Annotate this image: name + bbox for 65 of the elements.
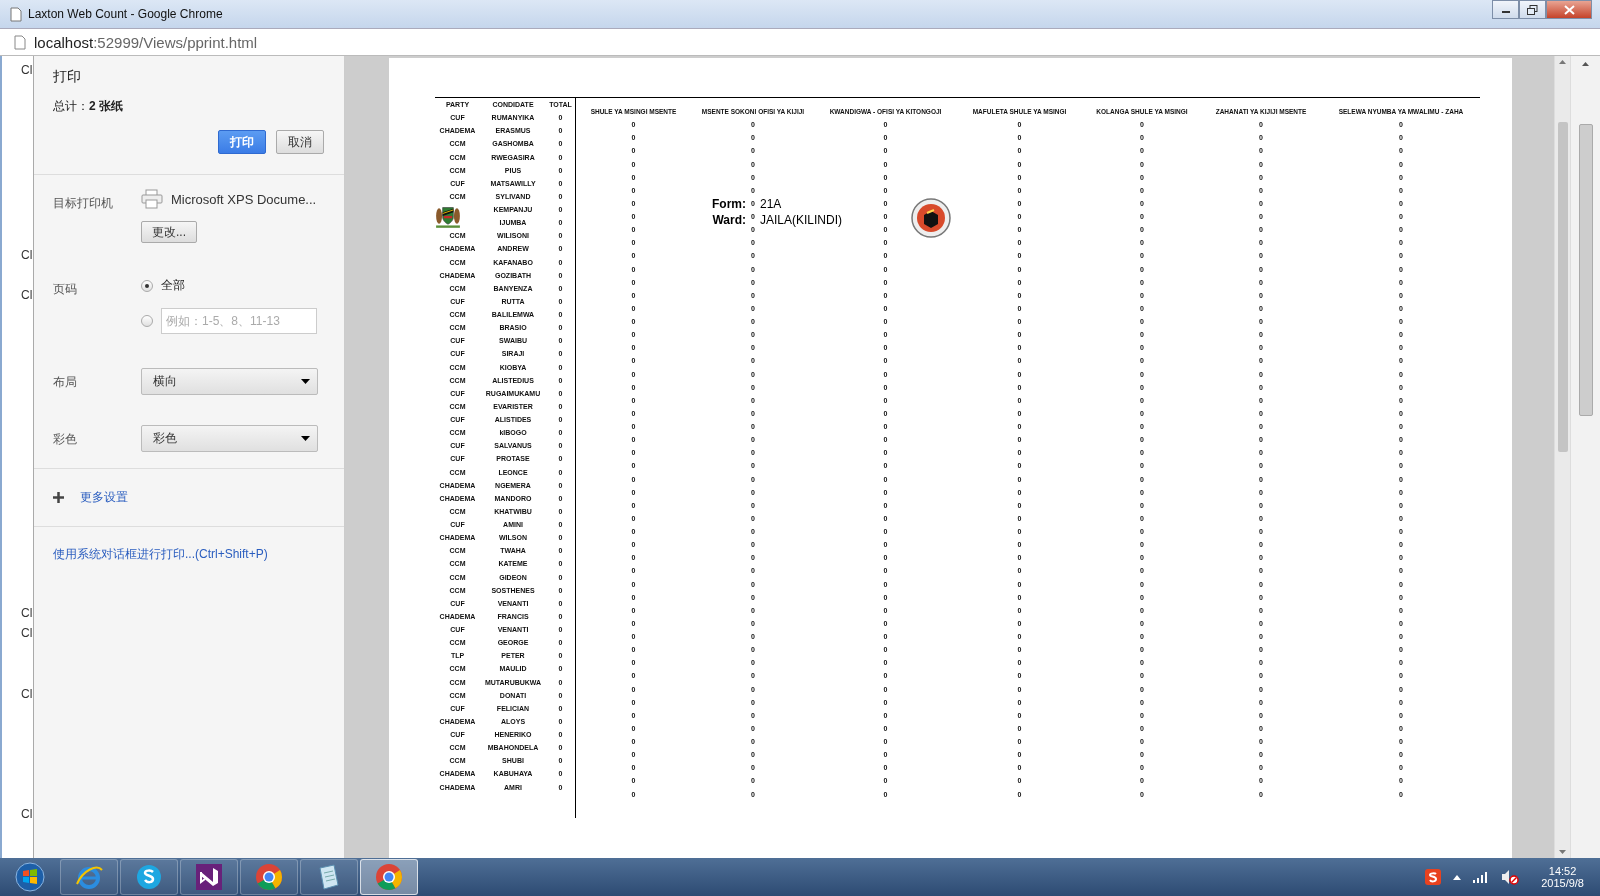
close-button[interactable] — [1546, 0, 1592, 19]
clock-time: 14:52 — [1548, 865, 1577, 877]
scroll-up-icon — [1582, 62, 1589, 66]
caret-up-icon[interactable] — [1453, 874, 1462, 880]
minimize-button[interactable] — [1492, 0, 1519, 19]
page-icon — [14, 34, 26, 50]
dialog-title: 打印 — [53, 68, 82, 86]
window-scrollbar[interactable] — [1570, 56, 1600, 858]
page-range-field[interactable]: 例如：1-5、8、11-13 — [161, 308, 317, 334]
dropdown-caret-icon — [301, 436, 310, 441]
letter-s-icon[interactable] — [1425, 869, 1442, 885]
window-title: Laxton Web Count - Google Chrome — [28, 7, 223, 21]
page-text-fragment: Cl — [21, 626, 33, 640]
preview-scrollbar[interactable] — [1554, 56, 1570, 858]
more-settings-link[interactable]: 更多设置 — [80, 489, 128, 506]
muted-speaker-icon[interactable] — [1501, 869, 1520, 885]
layout-label: 布局 — [53, 374, 78, 391]
taskbar-button[interactable] — [180, 859, 238, 895]
cancel-button[interactable]: 取消 — [276, 130, 324, 154]
signal-bars-icon[interactable] — [1473, 871, 1490, 883]
url-text: localhost:52999/Views/pprint.html — [34, 33, 258, 51]
printer-icon — [141, 189, 163, 209]
scroll-down-icon — [1559, 850, 1566, 854]
ballot-box-seal-icon — [911, 198, 951, 238]
ward-value: JAILA(KILINDI) — [760, 213, 843, 227]
color-dropdown[interactable]: 彩色 — [141, 425, 318, 452]
page-text-fragment: Cl — [21, 248, 33, 262]
page-text-fragment: Cl — [21, 807, 33, 821]
plus-icon — [53, 492, 64, 503]
restore-icon — [1527, 4, 1538, 15]
layout-dropdown[interactable]: 横向 — [141, 368, 318, 395]
page-text-fragment: Cl — [21, 288, 33, 302]
page-text-fragment: Cl — [21, 687, 33, 701]
color-label: 彩色 — [53, 431, 78, 448]
pages-label: 页码 — [53, 281, 78, 298]
sheet-count: 总计：2 张纸 — [53, 98, 124, 115]
dropdown-caret-icon — [301, 379, 310, 384]
change-button[interactable]: 更改... — [141, 221, 197, 243]
ribbon-loop-icon — [195, 863, 223, 891]
form-label: Form: — [711, 197, 746, 211]
radio-label: 全部 — [161, 277, 185, 294]
ward-label: Ward: — [711, 213, 746, 227]
taskbar-button[interactable] — [120, 859, 178, 895]
system-dialog-link[interactable]: 使用系统对话框进行打印...(Ctrl+Shift+P) — [53, 547, 268, 561]
radio-button[interactable] — [141, 315, 153, 327]
page-icon — [10, 6, 22, 22]
segmented-circle-icon — [375, 863, 403, 891]
page-text-fragment: Cl — [21, 606, 33, 620]
segmented-circle-icon — [255, 863, 283, 891]
clock-date: 2015/9/8 — [1541, 877, 1584, 889]
address-bar[interactable]: localhost:52999/Views/pprint.html — [0, 28, 1600, 56]
form-value: 21A — [760, 197, 783, 211]
scroll-up-icon — [1559, 60, 1566, 64]
taskbar-button[interactable] — [300, 859, 358, 895]
page-text-fragment: Cl — [21, 63, 33, 77]
maximize-button[interactable] — [1519, 0, 1546, 19]
close-icon — [1563, 4, 1575, 15]
cloud-s-icon — [135, 863, 163, 891]
scrollbar-thumb[interactable] — [1578, 124, 1593, 416]
printer-name: Microsoft XPS Docume... — [171, 191, 317, 207]
scrollbar-thumb[interactable] — [1557, 122, 1568, 452]
windows-logo-icon — [15, 862, 45, 892]
radio-button[interactable] — [141, 279, 153, 292]
destination-label: 目标打印机 — [53, 195, 114, 212]
taskbar-button[interactable] — [240, 859, 298, 895]
